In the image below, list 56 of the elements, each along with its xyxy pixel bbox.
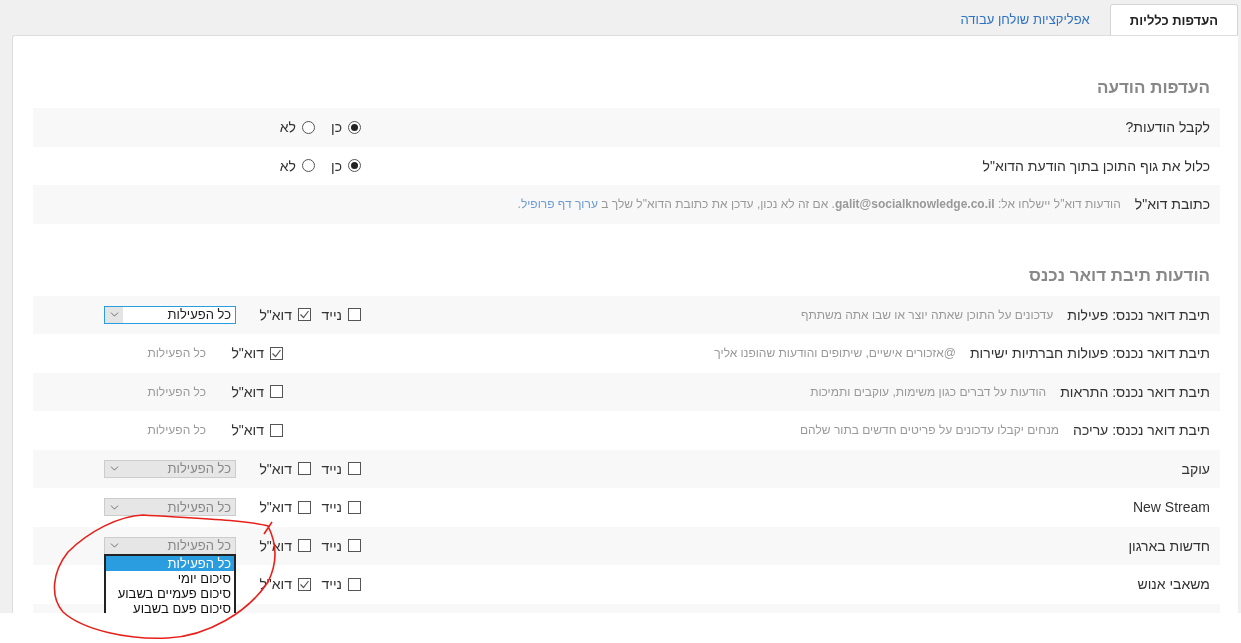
- checkbox-label: דוא"ל: [231, 345, 264, 362]
- setting-label: לקבל הודעות?: [1125, 119, 1210, 136]
- checkbox-label: דוא"ל: [231, 422, 264, 439]
- checkbox[interactable]: [348, 500, 361, 514]
- checkbox[interactable]: [348, 462, 361, 476]
- setting-label: משאבי אנוש: [1137, 576, 1210, 593]
- tab[interactable]: העדפות כלליות: [1109, 4, 1238, 35]
- radio-button[interactable]: [348, 120, 361, 134]
- setting-label: תיבת דואר נכנס: התראות: [1060, 383, 1210, 400]
- setting-label: כתובת דוא"ל: [1134, 196, 1210, 213]
- checkbox[interactable]: [348, 539, 361, 553]
- setting-label: כלול את גוף התוכן בתוך הודעת הדוא"ל: [982, 157, 1210, 174]
- setting-description: @אזכורים אישיים, שיתופים והודעות שהופנו אליך: [714, 346, 956, 361]
- setting-label: תיבת דואר נכנס: עריכה: [1073, 422, 1210, 439]
- section-heading: העדפות הודעה: [1095, 77, 1210, 99]
- checkbox[interactable]: [270, 423, 283, 437]
- radio-button[interactable]: [302, 120, 315, 134]
- checkbox-label: דוא"ל: [259, 306, 292, 323]
- checkbox-label: נייד: [321, 576, 342, 593]
- checkbox[interactable]: [348, 577, 361, 591]
- checkbox[interactable]: [298, 308, 311, 322]
- radio-button[interactable]: [302, 159, 315, 173]
- setting-description: עדכונים על התוכן שאתה יוצר או שבו אתה משתתף: [800, 307, 1054, 322]
- checkbox-label: נייד: [321, 306, 342, 323]
- checkbox-label: דוא"ל: [231, 383, 264, 400]
- frequency-select[interactable]: כל הפעילות: [104, 305, 236, 324]
- checkbox[interactable]: [348, 308, 361, 322]
- radio-button[interactable]: [348, 159, 361, 173]
- checkbox-label: דוא"ל: [259, 499, 292, 516]
- tab[interactable]: אפליקציות שולחן עבודה: [940, 4, 1110, 35]
- setting-label: חדשות בארגון: [1128, 537, 1210, 554]
- checkbox[interactable]: [270, 346, 283, 360]
- setting-label: תיבת דואר נכנס: פעולות חברתיות ישירות: [969, 345, 1210, 362]
- section-heading: הודעות תיבת דואר נכנס: [1028, 264, 1210, 287]
- radio-label: כן: [331, 119, 342, 136]
- setting-label: עוקב: [1181, 460, 1210, 477]
- checkbox[interactable]: [270, 385, 283, 399]
- checkbox-label: דוא"ל: [259, 460, 292, 477]
- frequency-text: כל הפעילות: [147, 423, 206, 438]
- radio-label: כן: [331, 157, 342, 174]
- checkbox[interactable]: [298, 539, 311, 553]
- setting-description: מנחים יקבלו עדכונים על פריטים חדשים בתור שלהם: [799, 423, 1060, 438]
- radio-label: לא: [279, 119, 296, 136]
- frequency-text: כל הפעילות: [147, 346, 206, 361]
- checkbox-label: נייד: [321, 460, 342, 477]
- checkbox-label: נייד: [321, 499, 342, 516]
- radio-label: לא: [279, 157, 296, 174]
- setting-description: הודעות על דברים כגון משימות, עוקבים ותמיכות: [810, 384, 1047, 399]
- setting-label: תיבת דואר נכנס: פעילות: [1067, 306, 1210, 323]
- checkbox[interactable]: [298, 577, 311, 591]
- checkbox-label: נייד: [321, 537, 342, 554]
- checkbox[interactable]: [298, 462, 311, 476]
- profile-link[interactable]: ערוך דף פרופיל: [520, 197, 598, 212]
- checkbox[interactable]: [298, 500, 311, 514]
- frequency-text: כל הפעילות: [147, 384, 206, 399]
- setting-label: New Stream: [1132, 499, 1210, 516]
